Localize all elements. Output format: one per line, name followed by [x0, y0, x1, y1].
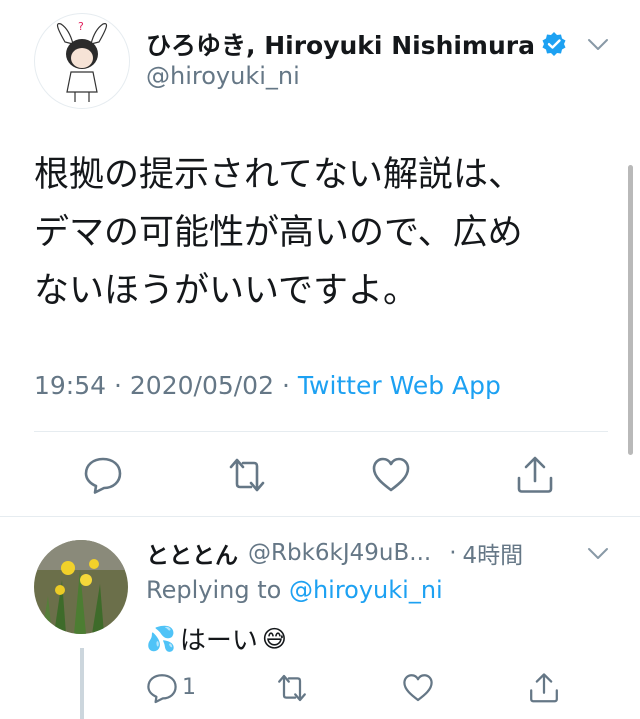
thread-line — [80, 648, 84, 719]
heart-icon[interactable] — [402, 672, 434, 704]
replying-to-line: Replying to @hiroyuki_ni — [146, 576, 443, 604]
avatar-illustration: ? — [56, 20, 108, 102]
reply-display-name[interactable]: とととん — [146, 536, 238, 570]
reply-icon[interactable] — [146, 672, 178, 704]
reply-separator: · — [449, 540, 457, 566]
author-avatar[interactable]: ? — [34, 13, 130, 109]
sweat-droplets-emoji: 💦 — [146, 624, 176, 653]
tweet-source-link[interactable]: Twitter Web App — [298, 371, 501, 400]
reply-author-avatar[interactable] — [34, 540, 128, 634]
retweet-icon[interactable] — [276, 672, 308, 704]
reply-handle[interactable]: @Rbk6kJ49uB... — [248, 540, 431, 566]
tweet-text-line: 根拠の提示されてない解説は、 — [34, 155, 523, 195]
replying-to-prefix: Replying to — [146, 576, 282, 604]
meta-separator: · — [114, 371, 122, 400]
tweet-text: 根拠の提示されてない解説は、 デマの可能性が高いので、広め ないほうがいいですよ… — [34, 146, 614, 320]
retweet-icon[interactable] — [227, 455, 267, 495]
tweet-text-line: デマの可能性が高いので、広め — [34, 213, 523, 253]
tweet-date[interactable]: 2020/05/02 — [130, 371, 274, 400]
reply-text: 💦 はーい 😅 — [146, 620, 287, 657]
author-display-name[interactable]: ひろゆき, Hiroyuki Nishimura — [146, 26, 535, 62]
avatar-photo — [34, 540, 128, 634]
replying-to-mention[interactable]: @hiroyuki_ni — [289, 576, 443, 604]
tweet-time[interactable]: 19:54 — [34, 371, 106, 400]
tweet-meta: 19:54 · 2020/05/02 · Twitter Web App — [34, 371, 501, 400]
reply-header: とととん @Rbk6kJ49uB... · 4時間 — [146, 536, 523, 570]
author-name-line[interactable]: ひろゆき, Hiroyuki Nishimura — [146, 26, 567, 62]
scrollbar[interactable] — [628, 165, 633, 455]
divider — [34, 431, 608, 432]
author-handle[interactable]: @hiroyuki_ni — [146, 62, 300, 90]
reply-count: 1 — [182, 675, 196, 700]
share-icon[interactable] — [528, 672, 560, 704]
reply-text-body: はーい — [179, 626, 258, 656]
divider — [0, 516, 640, 517]
svg-text:?: ? — [78, 20, 84, 33]
grinning-sweat-emoji: 😅 — [261, 624, 287, 653]
reply-icon[interactable] — [83, 455, 123, 495]
chevron-down-icon[interactable] — [587, 547, 609, 561]
chevron-down-icon[interactable] — [587, 38, 609, 52]
meta-separator: · — [281, 371, 290, 400]
share-icon[interactable] — [515, 455, 555, 495]
tweet-text-line: ないほうがいいですよ。 — [34, 271, 418, 311]
verified-badge-icon — [542, 32, 566, 56]
heart-icon[interactable] — [371, 455, 411, 495]
reply-timestamp[interactable]: 4時間 — [463, 536, 524, 570]
